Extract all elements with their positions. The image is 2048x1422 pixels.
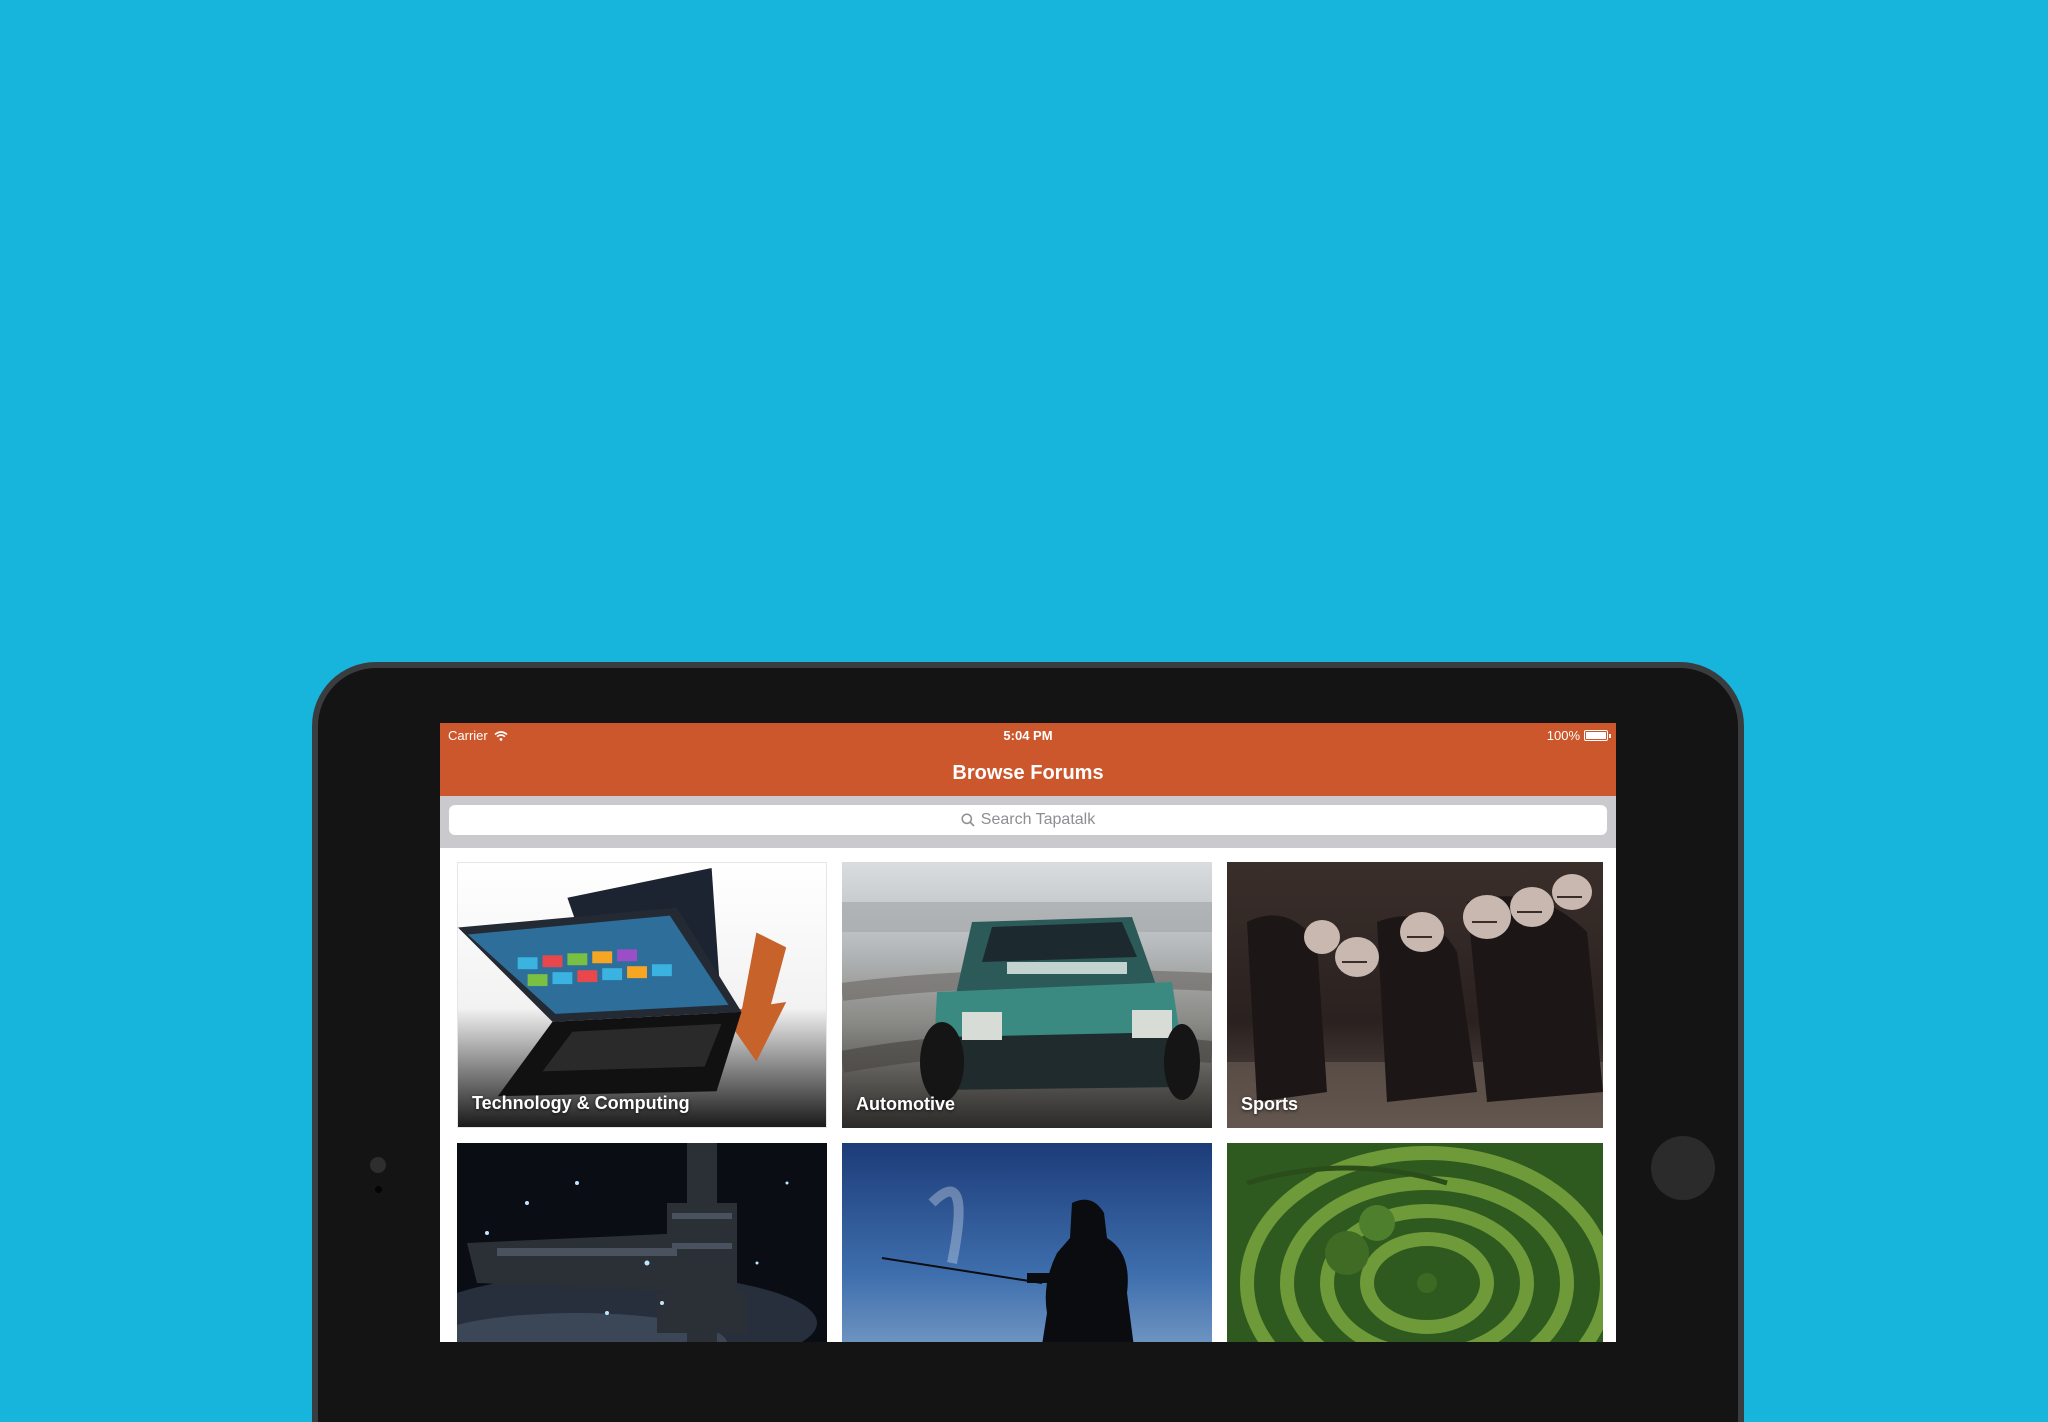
search-input[interactable]: Search Tapatalk <box>449 805 1607 835</box>
search-placeholder: Search Tapatalk <box>980 811 1096 828</box>
home-button[interactable] <box>1651 1136 1715 1200</box>
category-tile-4[interactable] <box>457 1143 827 1342</box>
category-label: Sports <box>1241 1094 1299 1114</box>
battery-percent: 100% <box>1546 728 1580 743</box>
car-photo <box>842 862 1212 1128</box>
fishing-photo <box>842 1143 1212 1342</box>
page-title: Browse Forums <box>952 762 1104 784</box>
category-label: Technology & Computing <box>472 1093 690 1113</box>
search-bar: Search Tapatalk <box>440 796 1616 848</box>
category-tile-5[interactable] <box>842 1143 1212 1342</box>
battery-icon <box>1584 730 1611 741</box>
spaceship-photo <box>457 1143 827 1342</box>
maze-photo <box>1227 1143 1603 1342</box>
camera-icon <box>370 1157 386 1173</box>
status-time: 5:04 PM <box>1003 728 1053 743</box>
category-tile-technology[interactable]: Technology & Computing <box>457 862 827 1128</box>
sensor-icon <box>375 1186 382 1193</box>
category-grid: Technology & Computing Automotive Sports <box>440 848 1616 1342</box>
search-icon <box>961 813 975 827</box>
navigation-bar: Browse Forums <box>440 748 1616 796</box>
category-tile-sports[interactable]: Sports <box>1227 862 1603 1128</box>
football-photo <box>1227 862 1603 1128</box>
app-screen: Carrier 5:04 PM 100% Browse Forums Searc… <box>440 723 1616 1342</box>
category-tile-6[interactable] <box>1227 1143 1603 1342</box>
status-bar: Carrier 5:04 PM 100% <box>440 723 1616 748</box>
category-label: Automotive <box>856 1094 955 1114</box>
category-tile-automotive[interactable]: Automotive <box>842 862 1212 1128</box>
laptop-photo <box>458 863 826 1127</box>
